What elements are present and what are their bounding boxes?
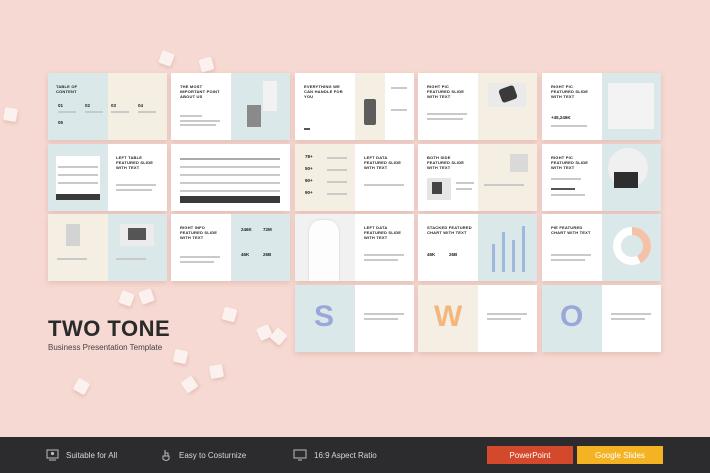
slide-title: LEFT TABLE FEATURED SLIDE WITH TEXT <box>116 155 154 170</box>
slide-number: 50+ <box>305 166 313 171</box>
slide-number: 26B <box>263 252 272 257</box>
slide-swot-o: O <box>542 285 661 352</box>
sugar-cube <box>221 306 238 323</box>
slide-number: 90+ <box>305 178 313 183</box>
slide-number: 90+ <box>305 190 313 195</box>
slide-number: 04 <box>138 103 144 108</box>
swot-letter: O <box>560 300 584 333</box>
sugar-cube <box>180 375 199 394</box>
feature-aspect: 16:9 Aspect Ratio <box>293 437 377 473</box>
hero-title: TWO TONE <box>48 316 171 341</box>
slide-number: 03 <box>111 103 117 108</box>
sugar-cube <box>138 288 155 305</box>
feature-label: Suitable for All <box>66 450 118 460</box>
sugar-cube <box>2 106 19 123</box>
slide-stacked-chart: STACKED FEATURED CHART WITH TEXT 46K 26B <box>418 214 537 281</box>
sugar-cube <box>118 290 135 307</box>
slide-left-table: LEFT TABLE FEATURED SLIDE WITH TEXT <box>48 144 167 211</box>
sugar-cube <box>172 348 189 365</box>
slide-title: LEFT DATA FEATURED SLIDE WITH TEXT <box>364 155 402 170</box>
slide-pie-chart: PIE FEATURED CHART WITH TEXT <box>542 214 661 281</box>
slide-title: LEFT DATA FEATURED SLIDE WITH TEXT <box>364 225 402 240</box>
feature-suitable: Suitable for All <box>46 437 117 473</box>
slide-title: BOTH SIDE FEATURED SLIDE WITH TEXT <box>427 155 465 170</box>
slide-title: TABLE OF CONTENT <box>56 84 78 94</box>
slide-right-pic-1: RIGHT PIC FEATURED SLIDE WITH TEXT <box>418 73 537 140</box>
slide-number: 72M <box>263 227 272 232</box>
users-icon <box>46 449 59 461</box>
slide-table-of-content: TABLE OF CONTENT 01 02 03 04 05 <box>48 73 167 140</box>
sugar-cube <box>269 327 288 346</box>
slide-title: RIGHT PIC FEATURED SLIDE WITH TEXT <box>427 84 465 99</box>
slide-everything: EVERYTHING WE CAN HANDLE FOR YOU <box>295 73 414 140</box>
swot-letter: S <box>314 300 335 333</box>
sugar-cube <box>208 363 225 380</box>
slide-number: +45,246K <box>551 115 571 120</box>
slide-title: EVERYTHING WE CAN HANDLE FOR YOU <box>304 84 343 99</box>
slide-table-full <box>171 144 290 211</box>
google-slides-button[interactable]: Google Slides <box>577 446 663 464</box>
slide-title: THE MOST IMPORTANT POINT ABOUT US <box>180 84 220 99</box>
slide-important-point: THE MOST IMPORTANT POINT ABOUT US <box>171 73 290 140</box>
sugar-cube <box>198 56 215 73</box>
slide-swot-w: W <box>418 285 537 352</box>
slide-title: STACKED FEATURED CHART WITH TEXT <box>427 225 472 235</box>
sugar-cube <box>72 377 91 396</box>
swot-letter: W <box>434 300 463 333</box>
feature-label: Easy to Costurnize <box>179 450 247 460</box>
feature-label: 16:9 Aspect Ratio <box>314 450 377 460</box>
slide-right-pic-3: RIGHT PIC FEATURED SLIDE WITH TEXT <box>542 144 661 211</box>
slide-left-data-2: LEFT DATA FEATURED SLIDE WITH TEXT <box>295 214 414 281</box>
slide-swot-s: S <box>295 285 414 352</box>
slide-number: 78+ <box>305 154 313 159</box>
slide-title: PIE FEATURED CHART WITH TEXT <box>551 225 591 235</box>
slide-title: RIGHT PIC FEATURED SLIDE WITH TEXT <box>551 84 589 99</box>
slide-both-side: BOTH SIDE FEATURED SLIDE WITH TEXT <box>418 144 537 211</box>
slide-title: RIGHT PIC FEATURED SLIDE WITH TEXT <box>551 155 589 170</box>
slide-number: 26B <box>449 252 458 257</box>
slide-number: 01 <box>58 103 64 108</box>
powerpoint-button[interactable]: PowerPoint <box>487 446 573 464</box>
slide-camera <box>48 214 167 281</box>
hero-canvas: TABLE OF CONTENT 01 02 03 04 05 THE MOST… <box>0 0 710 437</box>
slide-title: RIGHT INFO FEATURED SLIDE WITH TEXT <box>180 225 218 240</box>
feature-customize: Easy to Costurnize <box>160 437 246 473</box>
slide-left-data-1: 78+ 50+ 90+ 90+ LEFT DATA FEATURED SLIDE… <box>295 144 414 211</box>
sugar-cube <box>158 50 175 67</box>
slide-number: 46K <box>241 252 250 257</box>
slide-number: 02 <box>85 103 91 108</box>
monitor-icon <box>293 449 307 461</box>
slide-number: 46K <box>427 252 436 257</box>
slide-right-pic-2: RIGHT PIC FEATURED SLIDE WITH TEXT +45,2… <box>542 73 661 140</box>
slide-right-info: RIGHT INFO FEATURED SLIDE WITH TEXT 246K… <box>171 214 290 281</box>
hand-pointer-icon <box>162 449 170 461</box>
hero-subtitle: Business Presentation Template <box>48 343 163 352</box>
slide-number: 246K <box>241 227 252 232</box>
slide-number: 05 <box>58 120 64 125</box>
